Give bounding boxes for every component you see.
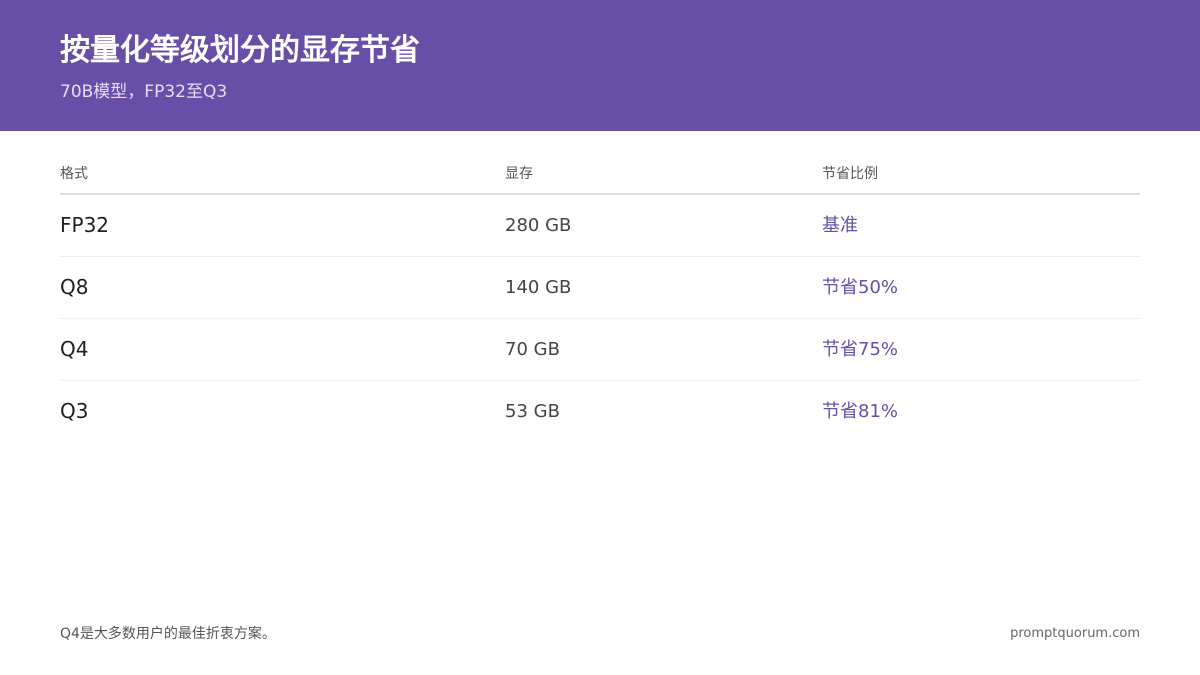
page-subtitle: 70B模型，FP32至Q3 [60,82,228,102]
column-header-savings: 节省比例 [822,166,878,182]
table-row: Q3 53 GB 节省81% [60,381,1140,443]
header-banner: 按量化等级划分的显存节省 70B模型，FP32至Q3 [0,0,1200,131]
column-header-format: 格式 [60,166,88,182]
memory-cell: 53 GB [505,401,560,422]
savings-cell: 基准 [822,215,858,236]
format-cell: Q3 [60,399,89,423]
table-row: Q4 70 GB 节省75% [60,319,1140,381]
format-cell: Q8 [60,275,89,299]
table-row: Q8 140 GB 节省50% [60,257,1140,319]
memory-cell: 140 GB [505,277,572,298]
savings-cell: 节省81% [822,401,899,422]
memory-cell: 70 GB [505,339,560,360]
footer-brand: promptquorum.com [1010,626,1140,641]
format-cell: Q4 [60,337,89,361]
savings-cell: 节省50% [822,277,899,298]
savings-cell: 节省75% [822,339,899,360]
memory-cell: 280 GB [505,215,572,236]
table-row: FP32 280 GB 基准 [60,195,1140,257]
column-header-memory: 显存 [505,166,533,182]
table-header-row: 格式 显存 节省比例 [60,158,1140,195]
footer-note: Q4是大多数用户的最佳折衷方案。 [60,626,276,642]
page-title: 按量化等级划分的显存节省 [60,33,420,68]
format-cell: FP32 [60,213,110,237]
vram-savings-table: 格式 显存 节省比例 FP32 280 GB 基准 Q8 140 GB 节省50… [60,158,1140,443]
